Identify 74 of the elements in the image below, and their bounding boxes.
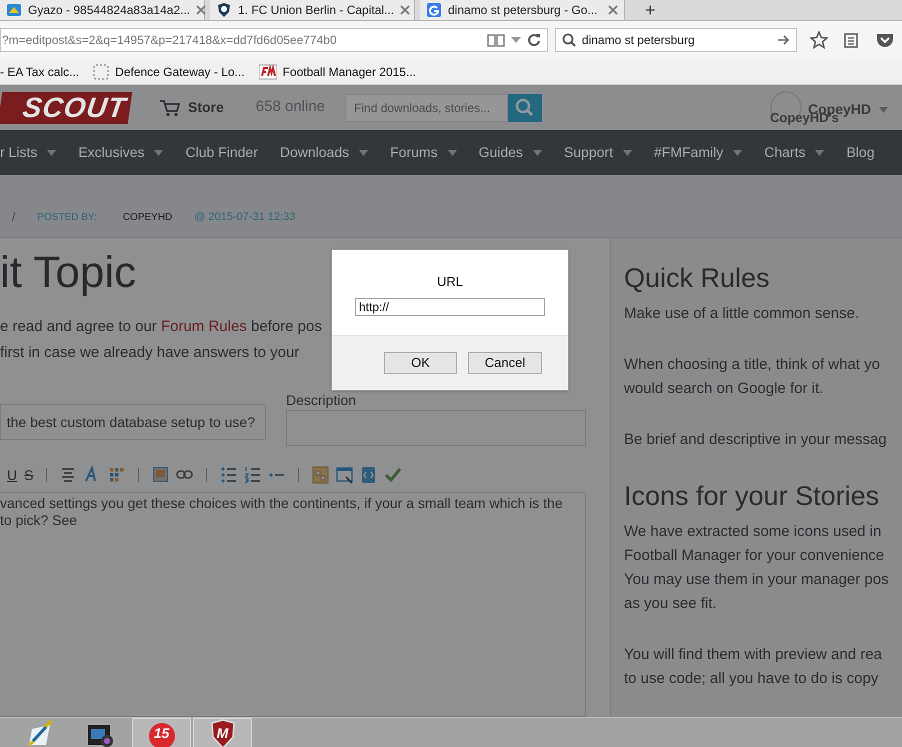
- color-grid-icon[interactable]: [108, 466, 126, 484]
- new-tab-button[interactable]: +: [645, 1, 656, 19]
- browser-tab[interactable]: dinamo st petersburg - Go...: [420, 0, 625, 20]
- nav-link[interactable]: Charts: [764, 142, 806, 163]
- search-field[interactable]: dinamo st petersburg: [554, 28, 797, 52]
- bookmark[interactable]: Football Manager 2015...: [282, 62, 416, 80]
- taskbar-button[interactable]: M: [193, 718, 252, 747]
- sidebar-text: We have extracted some icons used in Football Manager for your convenience You may use them in your manager pos as you see fit.: [624, 522, 890, 614]
- intro-text: e read and agree to our Forum Rules before pos: [0, 317, 322, 337]
- sidebar-text: You will find them with preview and rea to use code; all you have to do is copy: [624, 645, 883, 689]
- intro-text: first in case we already have answers to your: [0, 343, 300, 363]
- strikethrough-button[interactable]: S: [24, 464, 34, 486]
- editor-text: vanced settings you get these choices with the continents, if your a small team which is the to pick? See: [0, 495, 564, 529]
- reader-icon[interactable]: [486, 33, 505, 47]
- online-count: 658 online: [256, 97, 326, 118]
- sidebar-heading: Icons for your Stories: [624, 480, 880, 512]
- cancel-button[interactable]: Cancel: [468, 352, 542, 374]
- nav-link[interactable]: Downloads: [280, 142, 350, 163]
- bookmark[interactable]: - EA Tax calc...: [0, 62, 80, 80]
- image-icon[interactable]: [152, 466, 170, 484]
- reading-list-icon[interactable]: [843, 32, 859, 48]
- nav-link[interactable]: Guides: [478, 142, 523, 163]
- search-icon: [562, 33, 576, 47]
- address-bar[interactable]: ?m=editpost&s=2&q=14957&p=217418&x=dd7fd6d05ee774b0: [0, 28, 548, 52]
- check-icon[interactable]: [384, 466, 402, 484]
- fm-logo-icon: [258, 64, 277, 80]
- author-name[interactable]: COPEYHD: [122, 210, 172, 224]
- window-icon[interactable]: [336, 466, 354, 484]
- close-icon[interactable]: [608, 5, 618, 15]
- bullet-list-icon[interactable]: [220, 466, 238, 484]
- pocket-icon[interactable]: [876, 32, 894, 48]
- field-label: Description: [286, 392, 358, 408]
- dialog-label: URL: [436, 273, 463, 291]
- sidebar-text: Be brief and descriptive in your messag: [624, 430, 888, 450]
- sidebar-text: When choosing a title, think of what yo would search on Google for it.: [624, 355, 881, 399]
- reload-icon[interactable]: [526, 33, 541, 47]
- url-input[interactable]: http://: [355, 298, 545, 316]
- title-field[interactable]: the best custom database setup to use?: [0, 404, 266, 440]
- breadcrumb-separator: /: [12, 209, 16, 226]
- nav-link[interactable]: Club Finder: [185, 142, 258, 163]
- taskbar-button[interactable]: 15: [132, 718, 191, 747]
- sidebar-text: Make use of a little common sense.: [624, 304, 860, 324]
- page-icon: [93, 64, 110, 80]
- ok-button[interactable]: OK: [384, 352, 457, 374]
- nav-link[interactable]: Exclusives: [78, 142, 144, 163]
- underline-button[interactable]: U: [7, 464, 18, 486]
- code-icon[interactable]: [360, 466, 378, 484]
- site-search-field[interactable]: Find downloads, stories...: [345, 94, 508, 122]
- star-icon[interactable]: [810, 31, 828, 49]
- arrow-icon: [778, 35, 790, 45]
- numbered-list-icon[interactable]: [244, 466, 262, 484]
- google-icon: [426, 2, 442, 18]
- post-date: @ 2015-07-31 12:33: [194, 210, 296, 225]
- page-title: it Topic: [0, 247, 136, 299]
- close-icon[interactable]: [196, 5, 206, 15]
- nav-link[interactable]: Forums: [390, 142, 438, 163]
- dropdown-icon[interactable]: [510, 36, 521, 44]
- nav-link[interactable]: r Lists: [0, 142, 38, 163]
- forum-rules-link[interactable]: Forum Rules: [160, 318, 247, 335]
- gyazo-icon: [6, 2, 22, 18]
- nav-link[interactable]: Blog: [846, 142, 874, 163]
- bookmark[interactable]: Defence Gateway - Lo...: [115, 62, 245, 80]
- shield-icon: [216, 2, 232, 18]
- sidebar-heading: Quick Rules: [624, 262, 771, 294]
- posted-by-label: POSTED BY:: [37, 210, 97, 224]
- caret-icon[interactable]: [879, 106, 888, 112]
- nav-link[interactable]: #FMFamily: [654, 142, 724, 163]
- browser-tab[interactable]: 1. FC Union Berlin - Capital...: [210, 0, 415, 20]
- close-icon[interactable]: [400, 5, 410, 15]
- cart-icon[interactable]: [160, 98, 180, 116]
- nav-link[interactable]: Support: [564, 142, 613, 163]
- store-link[interactable]: Store: [188, 97, 224, 118]
- browser-tab[interactable]: Gyazo - 98544824a83a14a2...: [0, 0, 205, 20]
- paste-icon[interactable]: [312, 466, 330, 484]
